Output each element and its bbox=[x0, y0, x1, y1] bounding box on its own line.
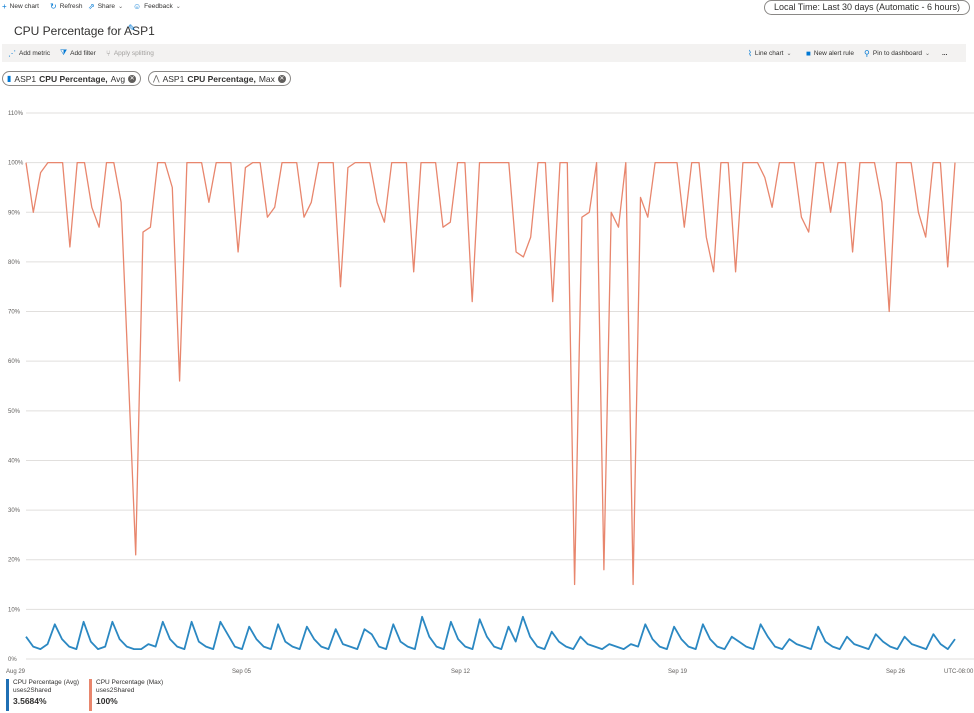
chevron-down-icon: ⌄ bbox=[118, 4, 124, 10]
time-range-picker[interactable]: Local Time: Last 30 days (Automatic - 6 … bbox=[764, 0, 970, 15]
more-options-button[interactable]: ... bbox=[942, 44, 947, 62]
legend-value: 3.5684% bbox=[13, 696, 47, 706]
line-chart-icon: ⋀ bbox=[153, 74, 160, 83]
filter-icon: ⧩ bbox=[60, 48, 68, 57]
legend-color-avg bbox=[6, 679, 9, 711]
smiley-icon: ☺ bbox=[133, 1, 142, 11]
new-alert-rule-label: New alert rule bbox=[813, 49, 854, 57]
line-chart[interactable]: 110% 100% 90% 80% 70% 60% 50% 40% 30% 20% 10% 0% Aug… bbox=[0, 100, 974, 676]
alert-icon: ■ bbox=[806, 48, 811, 58]
pin-icon: ⚲ bbox=[864, 48, 870, 58]
line-chart-icon: ⌇ bbox=[748, 48, 752, 58]
add-metric-label: Add metric bbox=[19, 49, 51, 57]
x-tick-label: Sep 26 bbox=[886, 669, 906, 675]
metric-aggregation: Max bbox=[258, 73, 275, 84]
metric-name: CPU Percentage, bbox=[187, 73, 256, 84]
refresh-button[interactable]: ↻ Refresh bbox=[50, 1, 82, 12]
metric-resource: ASP1 bbox=[14, 73, 37, 84]
split-icon: ⑂ bbox=[106, 48, 111, 58]
share-label: Share bbox=[97, 3, 116, 10]
y-tick-label: 0% bbox=[8, 657, 17, 663]
refresh-icon: ↻ bbox=[50, 1, 57, 11]
pencil-icon[interactable]: ✎ bbox=[128, 23, 136, 34]
x-tick-label: Sep 05 bbox=[232, 669, 252, 675]
new-chart-button[interactable]: + New chart bbox=[2, 1, 39, 12]
metric-pill-max[interactable]: ⋀ ASP1 CPU Percentage, Max ✕ bbox=[148, 71, 291, 86]
y-tick-label: 20% bbox=[8, 558, 21, 564]
series-line bbox=[25, 615, 956, 650]
legend-item-max[interactable]: CPU Percentage (Max) uses2Shared 100% bbox=[89, 679, 163, 711]
refresh-label: Refresh bbox=[59, 3, 83, 10]
new-chart-label: New chart bbox=[9, 3, 39, 10]
pin-to-dashboard-label: Pin to dashboard bbox=[872, 49, 923, 57]
legend-label: CPU Percentage (Max) bbox=[96, 679, 164, 686]
share-icon: ⇗ bbox=[88, 1, 95, 11]
y-tick-label: 70% bbox=[8, 310, 21, 316]
x-tick-label: Sep 19 bbox=[668, 669, 688, 675]
y-tick-label: 110% bbox=[8, 111, 24, 117]
x-tick-label: Aug 29 bbox=[6, 669, 26, 675]
x-tick-label: Sep 12 bbox=[451, 669, 471, 675]
close-icon[interactable]: ✕ bbox=[277, 74, 286, 83]
chart-type-dropdown[interactable]: ⌇ Line chart ⌄ bbox=[748, 44, 791, 62]
chevron-down-icon: ⌄ bbox=[786, 50, 792, 57]
legend-value: 100% bbox=[96, 696, 118, 706]
apply-splitting-button[interactable]: ⑂ Apply splitting bbox=[106, 44, 154, 62]
y-tick-label: 50% bbox=[8, 409, 21, 415]
add-metric-button[interactable]: ⋰ Add metric bbox=[8, 44, 50, 62]
new-alert-rule-button[interactable]: ■ New alert rule bbox=[806, 44, 854, 62]
share-button[interactable]: ⇗ Share ⌄ bbox=[88, 1, 123, 12]
legend-sub: uses2Shared bbox=[13, 687, 52, 694]
y-tick-label: 40% bbox=[8, 458, 21, 464]
y-tick-label: 10% bbox=[8, 607, 21, 613]
legend-item-avg[interactable]: CPU Percentage (Avg) uses2Shared 3.5684% bbox=[6, 679, 79, 711]
metric-pill-avg[interactable]: ▮ ASP1 CPU Percentage, Avg ✕ bbox=[2, 71, 142, 86]
legend-sub: uses2Shared bbox=[96, 687, 135, 694]
close-icon[interactable]: ✕ bbox=[128, 74, 137, 83]
chevron-down-icon: ⌄ bbox=[175, 4, 181, 10]
add-filter-button[interactable]: ⧩ Add filter bbox=[60, 44, 96, 62]
plus-icon: + bbox=[2, 1, 7, 11]
pin-to-dashboard-button[interactable]: ⚲ Pin to dashboard ⌄ bbox=[864, 44, 930, 62]
legend-color-max bbox=[89, 679, 92, 711]
add-metric-icon: ⋰ bbox=[8, 48, 16, 58]
metric-resource: ASP1 bbox=[162, 73, 185, 84]
y-tick-label: 100% bbox=[8, 161, 24, 167]
metric-name: CPU Percentage, bbox=[39, 73, 108, 84]
command-bar: + New chart ↻ Refresh ⇗ Share ⌄ ☺ Feedba… bbox=[0, 0, 974, 15]
apply-splitting-label: Apply splitting bbox=[113, 49, 154, 57]
y-tick-label: 90% bbox=[8, 210, 21, 216]
chart-toolbar: ⋰ Add metric ⧩ Add filter ⑂ Apply splitt… bbox=[2, 44, 966, 62]
y-tick-label: 80% bbox=[8, 260, 21, 266]
bar-chart-icon: ▮ bbox=[7, 74, 12, 83]
line-chart-label: Line chart bbox=[754, 49, 784, 57]
feedback-button[interactable]: ☺ Feedback ⌄ bbox=[133, 1, 181, 12]
series-line bbox=[25, 161, 956, 586]
y-tick-label: 60% bbox=[8, 359, 21, 365]
x-tick-label: UTC-08:00 bbox=[944, 669, 974, 675]
add-filter-label: Add filter bbox=[70, 49, 96, 57]
y-tick-label: 30% bbox=[8, 508, 21, 514]
metric-aggregation: Avg bbox=[110, 73, 126, 84]
chevron-down-icon: ⌄ bbox=[925, 50, 931, 57]
feedback-label: Feedback bbox=[144, 3, 173, 10]
legend-label: CPU Percentage (Avg) bbox=[13, 679, 79, 686]
